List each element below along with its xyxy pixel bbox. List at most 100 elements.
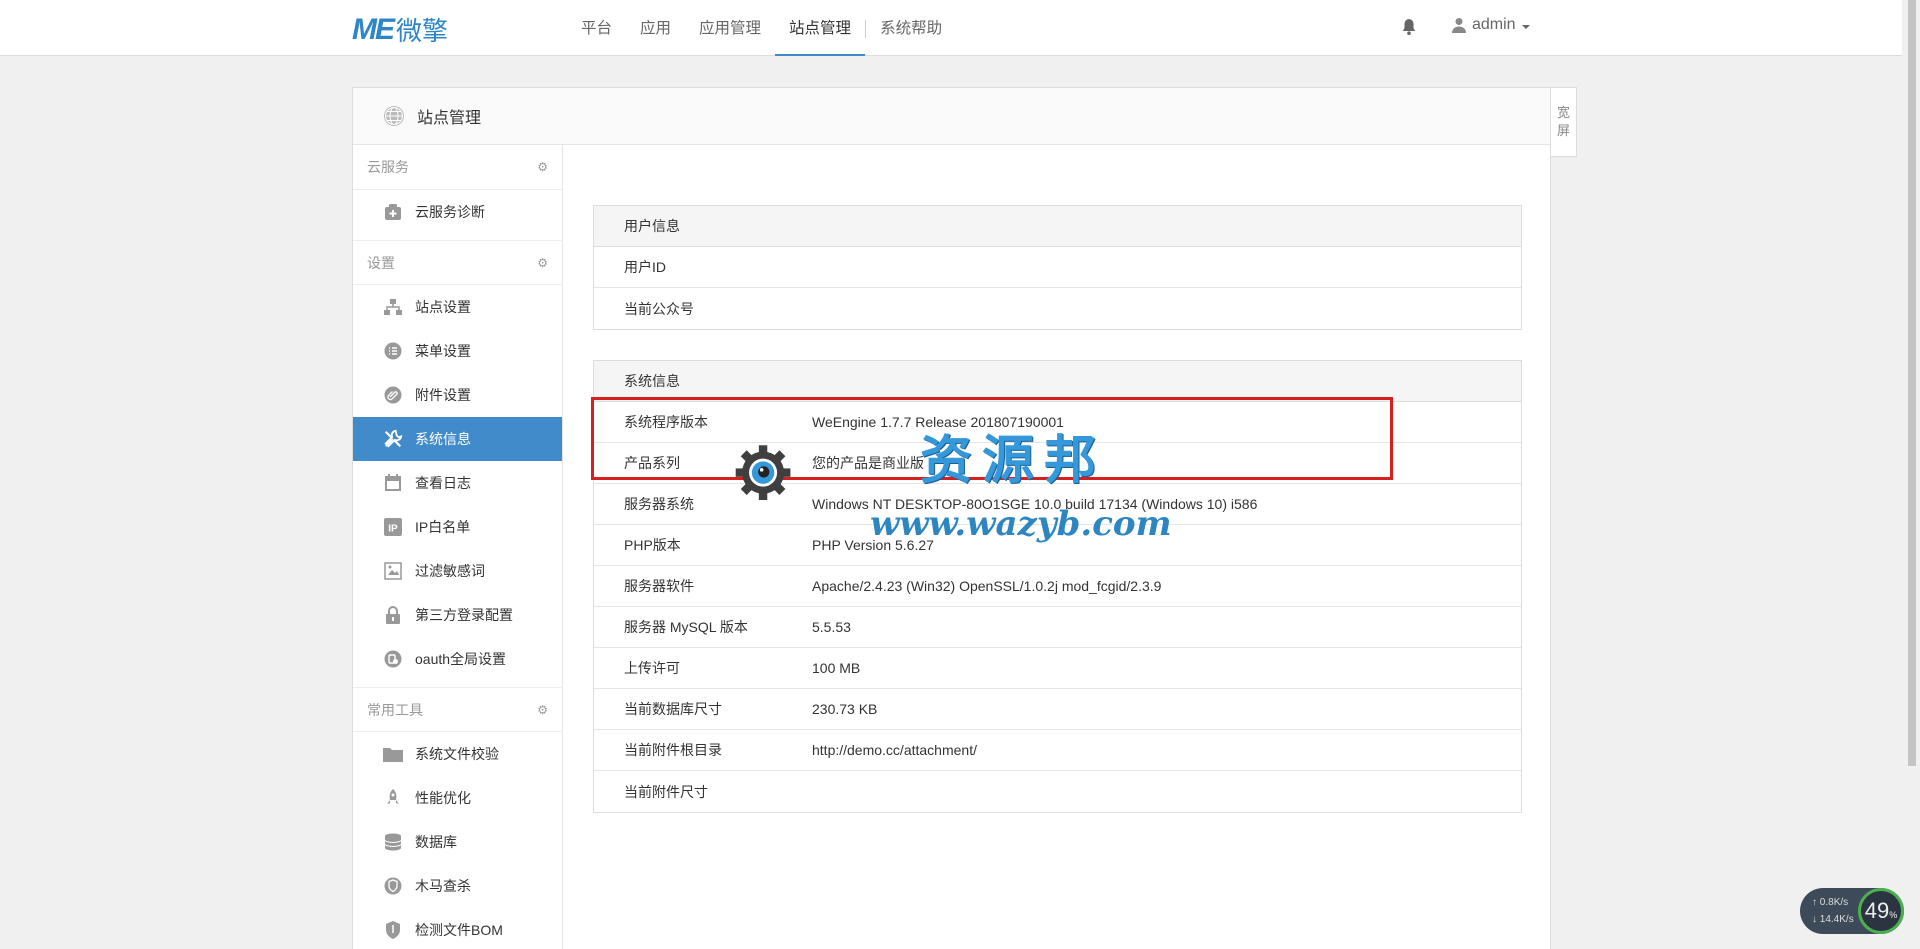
wide-screen-button[interactable]: 宽 屏 [1551,87,1577,157]
sidebar-item-label: IP白名单 [415,519,471,535]
usage-percent: 49 [1864,898,1890,923]
sidebar-item-menu-settings[interactable]: 菜单设置 [353,329,562,373]
shield-scan-icon [383,876,403,896]
bell-icon[interactable] [1400,18,1418,36]
upload-speed: ↑ 0.8K/s [1812,897,1849,908]
row-key: 当前附件尺寸 [624,783,708,800]
row-value: Apache/2.4.23 (Win32) OpenSSL/1.0.2j mod… [812,578,1162,594]
gear-icon[interactable]: ⚙ [537,256,548,270]
row-key: 服务器 MySQL 版本 [624,619,748,635]
sidebar-item-site-settings[interactable]: 站点设置 [353,285,562,329]
table-row: 服务器 MySQL 版本 5.5.53 [594,607,1521,648]
sidebar-item-cloud-diagnosis[interactable]: 云服务诊断 [353,190,562,234]
sidebar-item-label: 站点设置 [415,299,471,315]
watermark-text: 资源邦 [920,430,1107,491]
user-info-header: 用户信息 [594,206,1521,247]
nav-item-site-management[interactable]: 站点管理 [775,0,866,56]
nav-item-platform[interactable]: 平台 [567,0,626,56]
sidebar-item-label: 过滤敏感词 [415,563,485,579]
sidebar-item-sensitive-words[interactable]: 过滤敏感词 [353,549,562,593]
sidebar-item-label: 附件设置 [415,387,471,403]
system-info-header: 系统信息 [594,361,1521,402]
sidebar-group-label: 云服务 [367,159,409,175]
sitemap-icon [383,297,403,317]
folder-icon [383,744,403,764]
sidebar-item-label: 云服务诊断 [415,204,485,220]
memory-usage-dial: 49% [1858,888,1904,934]
table-row: 当前附件根目录 http://demo.cc/attachment/ [594,730,1521,771]
gear-icon[interactable]: ⚙ [537,703,548,717]
table-row: 用户ID [594,247,1521,288]
wrench-icon [383,429,403,449]
row-value: 100 MB [812,660,861,676]
sidebar-item-bom-check[interactable]: 检测文件BOM [353,908,562,949]
download-value: 14.4 [1819,914,1840,925]
sidebar-item-trojan-scan[interactable]: 木马查杀 [353,864,562,908]
sidebar-item-performance[interactable]: 性能优化 [353,776,562,820]
cloud-plus-icon [383,202,403,222]
sidebar-group-label: 设置 [367,254,395,271]
sidebar-group-cloud: 云服务 ⚙ [353,145,562,190]
sidebar-item-label: 菜单设置 [415,343,471,359]
sidebar-item-label: oauth全局设置 [415,651,507,667]
row-value: http://demo.cc/attachment/ [812,742,977,758]
nav-item-system-help[interactable]: 系统帮助 [866,0,956,56]
upload-value: 0.8 [1819,897,1834,908]
row-key: 上传许可 [624,660,680,676]
percent-sign: % [1889,910,1898,920]
oauth-icon [383,649,403,669]
panel-header: 站点管理 [353,88,1550,145]
row-key: 当前数据库尺寸 [624,701,722,717]
shield-icon [383,920,403,940]
filter-icon [383,561,403,581]
lock-icon [383,605,403,625]
logo-mark: ME [352,12,395,46]
watermark-url: www.wazyb.com [870,504,1172,544]
top-navbar: ME 微擎 平台 应用 应用管理 站点管理 系统帮助 admin [0,0,1902,56]
list-icon [383,341,403,361]
sidebar-item-label: 系统文件校验 [415,746,499,762]
row-key: 服务器软件 [624,578,694,594]
paperclip-icon [383,385,403,405]
wide-label-2: 屏 [1556,123,1570,138]
vertical-scrollbar[interactable] [1902,0,1920,949]
sidebar-item-label: 系统信息 [415,431,471,447]
user-icon [1452,18,1466,33]
sidebar-item-attachment-settings[interactable]: 附件设置 [353,373,562,417]
scrollbar-thumb[interactable] [1908,0,1916,766]
network-speed-widget[interactable]: ↑ 0.8K/s ↓ 14.4K/s 49% [1800,888,1904,934]
sidebar-item-third-party-login[interactable]: 第三方登录配置 [353,593,562,637]
nav-item-app-management[interactable]: 应用管理 [685,0,775,56]
sidebar-item-system-info[interactable]: 系统信息 [353,417,562,461]
row-key: 当前公众号 [624,300,694,317]
gear-icon[interactable]: ⚙ [537,160,548,174]
sidebar-group-label: 常用工具 [367,701,423,718]
row-value: 5.5.53 [812,619,851,635]
chevron-down-icon [1521,24,1530,29]
logo-text: 微擎 [396,17,449,47]
globe-icon [384,106,404,126]
sidebar-item-database[interactable]: 数据库 [353,820,562,864]
download-unit: K/s [1839,914,1854,925]
row-value: 230.73 KB [812,701,878,717]
sidebar-item-file-check[interactable]: 系统文件校验 [353,732,562,776]
table-row: 当前数据库尺寸 230.73 KB [594,689,1521,730]
sidebar-group-settings: 设置 ⚙ [353,240,562,285]
sidebar-item-ip-whitelist[interactable]: IP IP白名单 [353,505,562,549]
download-speed: ↓ 14.4K/s [1812,914,1854,925]
sidebar-item-label: 查看日志 [415,475,471,491]
user-info-table: 用户信息 用户ID 当前公众号 [593,205,1522,330]
sidebar-item-label: 数据库 [415,834,457,850]
sidebar-item-view-logs[interactable]: 查看日志 [353,461,562,505]
sidebar-item-label: 性能优化 [415,790,471,806]
panel-title: 站点管理 [417,110,482,127]
ip-icon: IP [383,517,403,537]
nav-item-apps[interactable]: 应用 [626,0,685,56]
row-key: 用户ID [624,259,666,275]
user-menu[interactable]: admin [1452,16,1530,34]
calendar-icon [383,473,403,493]
logo[interactable]: ME 微擎 [352,11,448,48]
table-row: 当前附件尺寸 [594,771,1521,812]
user-name: admin [1472,16,1516,33]
sidebar-item-oauth-settings[interactable]: oauth全局设置 [353,637,562,681]
